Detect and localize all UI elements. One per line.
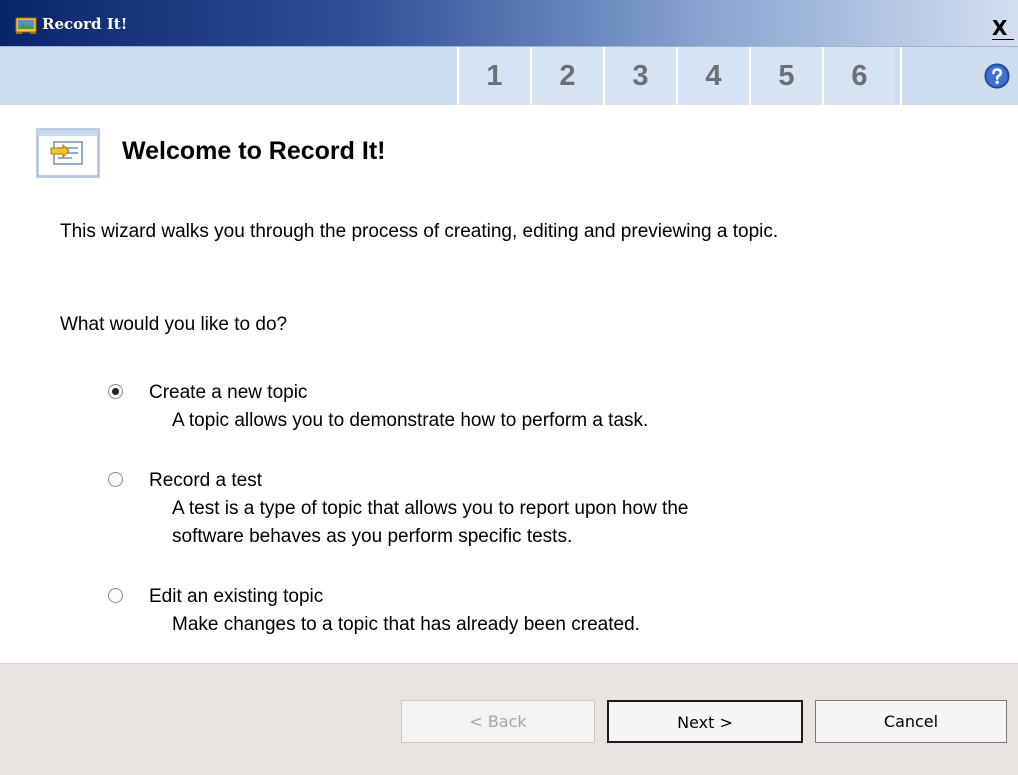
cancel-button[interactable]: Cancel — [815, 700, 1007, 743]
step-5: 5 — [749, 47, 822, 105]
create-topic-radio[interactable] — [108, 384, 123, 399]
close-icon: X — [992, 16, 1008, 40]
close-button[interactable]: X — [992, 15, 1018, 41]
step-4: 4 — [676, 47, 749, 105]
record-app-icon — [15, 17, 37, 35]
next-button[interactable]: Next > — [607, 700, 803, 743]
record-test-description: A test is a type of topic that allows yo… — [172, 498, 689, 547]
create-topic-label[interactable]: Create a new topic — [149, 379, 307, 407]
option-edit-topic: Edit an existing topic Make changes to a… — [108, 583, 968, 639]
create-topic-radio-row[interactable]: Create a new topic — [108, 379, 968, 407]
record-test-radio-row[interactable]: Record a test — [108, 467, 968, 495]
prompt-text: What would you like to do? — [60, 314, 288, 335]
edit-topic-radio[interactable] — [108, 588, 123, 603]
step-3: 3 — [603, 47, 676, 105]
help-button[interactable] — [984, 63, 1010, 89]
edit-topic-label[interactable]: Edit an existing topic — [149, 583, 323, 611]
edit-topic-radio-row[interactable]: Edit an existing topic — [108, 583, 968, 611]
step-6: 6 — [822, 47, 895, 105]
record-test-label[interactable]: Record a test — [149, 467, 262, 495]
title-bar — [0, 0, 1018, 47]
wizard-document-icon — [35, 127, 101, 179]
step-2: 2 — [530, 47, 603, 105]
create-topic-description: A topic allows you to demonstrate how to… — [172, 410, 649, 431]
record-test-radio[interactable] — [108, 472, 123, 487]
window-title: Record It! — [42, 15, 128, 33]
help-icon — [984, 63, 1010, 89]
edit-topic-description: Make changes to a topic that has already… — [172, 614, 640, 635]
option-record-test: Record a test A test is a type of topic … — [108, 467, 968, 551]
intro-text: This wizard walks you through the proces… — [60, 221, 779, 242]
back-button[interactable]: < Back — [401, 700, 595, 743]
page-title: Welcome to Record It! — [122, 137, 386, 165]
step-1: 1 — [457, 47, 530, 105]
option-create-topic: Create a new topic A topic allows you to… — [108, 379, 968, 435]
